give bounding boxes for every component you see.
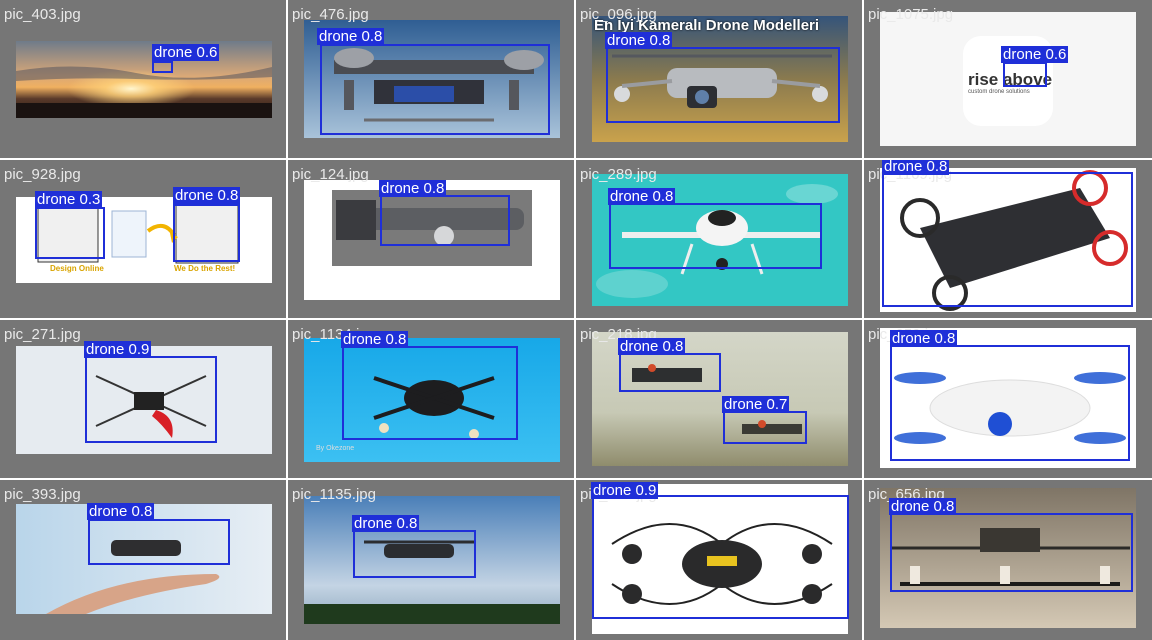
detection-label: drone 0.8 — [608, 188, 676, 205]
detection-box — [380, 195, 510, 246]
detection-label: drone 0.8 — [379, 180, 447, 197]
detection-box — [85, 356, 217, 443]
image-filename: pic_124.jpg — [292, 166, 369, 183]
detection-box — [342, 346, 518, 440]
detection-box — [88, 519, 230, 565]
image-filename: pic_1075.jpg — [868, 6, 954, 23]
grid-cell: pic_1169.jpg drone 0.8 — [864, 160, 1152, 318]
image-filename: pic_1135.jpg — [292, 486, 376, 503]
detection-label: drone 0.8 — [317, 28, 385, 45]
grid-cell: pic_656.jpg drone 0.8 — [864, 480, 1152, 640]
caption-right: We Do the Rest! — [174, 264, 236, 273]
detection-box — [35, 207, 105, 259]
grid-cell: En İyi Kameralı Drone Modelleri pic_096.… — [576, 0, 862, 158]
detection-box — [152, 61, 173, 73]
image-filename: pic_928.jpg — [4, 166, 81, 183]
grid-cell: pic_393.jpg drone 0.8 — [0, 480, 286, 640]
detection-label: drone 0.6 — [1001, 46, 1069, 63]
caption-left: Design Online — [50, 264, 104, 273]
grid-cell: pic_218.jpg drone 0.8 drone 0.7 — [576, 320, 862, 478]
grid-cell: pic_403.jpg drone 0.6 — [0, 0, 286, 158]
grid-cell: pic_476.jpg drone 0.8 — [288, 0, 574, 158]
image-filename: pic_403.jpg — [4, 6, 81, 23]
image-filename: pic_096.jpg — [580, 6, 657, 23]
detection-box — [606, 47, 840, 123]
detection-label: drone 0.8 — [173, 187, 241, 204]
detection-label: drone 0.9 — [591, 482, 659, 499]
cell-image — [16, 41, 272, 118]
grid-cell: pic_271.jpg drone 0.9 — [0, 320, 286, 478]
detection-label: drone 0.8 — [890, 330, 958, 347]
detection-box — [173, 204, 240, 262]
detection-label: drone 0.8 — [618, 338, 686, 355]
detection-box — [320, 44, 550, 135]
detection-box — [1003, 62, 1047, 87]
detection-box — [592, 495, 849, 619]
grid-cell: pic_289.jpg drone 0.8 — [576, 160, 862, 318]
detection-label: drone 0.8 — [87, 503, 155, 520]
detection-label: drone 0.8 — [352, 515, 420, 532]
detection-box — [723, 411, 807, 444]
detection-box — [609, 203, 822, 269]
detection-label: drone 0.8 — [605, 32, 673, 49]
image-filename: pic_271.jpg — [4, 326, 81, 343]
detection-box — [882, 172, 1133, 307]
detection-label: drone 0.9 — [84, 341, 152, 358]
detection-box — [890, 513, 1133, 592]
detection-label: drone 0.8 — [341, 331, 409, 348]
detection-box — [619, 353, 721, 392]
image-watermark: By Okezone — [316, 445, 355, 452]
image-filename: pic_393.jpg — [4, 486, 81, 503]
detection-label: drone 0.3 — [35, 191, 103, 208]
detection-box — [890, 345, 1130, 461]
grid-cell: Design Online We Do the Rest! pic_928.jp… — [0, 160, 286, 318]
grid-cell: pic_124.jpg drone 0.8 — [288, 160, 574, 318]
detection-label: drone 0.7 — [722, 396, 790, 413]
sunset-image — [16, 41, 272, 118]
brand-logo-subtitle: custom drone solutions — [968, 89, 1030, 95]
image-filename: pic_476.jpg — [292, 6, 369, 23]
detection-box — [353, 530, 476, 578]
image-filename: pic_289.jpg — [580, 166, 657, 183]
grid-cell: pic_1135.jpg drone 0.8 — [288, 480, 574, 640]
grid-cell: pic_577.jpg drone 0.9 — [576, 480, 862, 640]
grid-cell: rise above custom drone solutions pic_10… — [864, 0, 1152, 158]
grid-cell: By Okezone pic_1134.jpg drone 0.8 — [288, 320, 574, 478]
detection-label: drone 0.6 — [152, 44, 220, 61]
detection-label: drone 0.8 — [882, 160, 950, 175]
grid-cell: pic_059.jpg drone 0.8 — [864, 320, 1152, 478]
detection-grid: pic_403.jpg drone 0.6 pic_476.jpg drone … — [0, 0, 1152, 640]
detection-label: drone 0.8 — [889, 498, 957, 515]
